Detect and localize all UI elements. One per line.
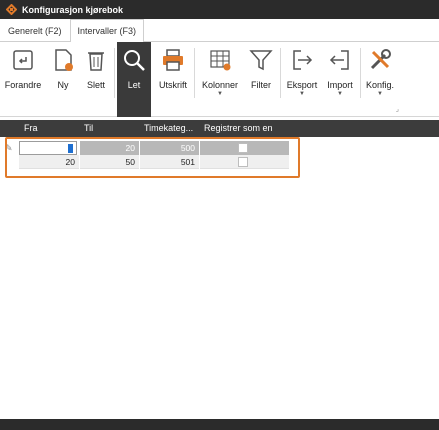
fra-input[interactable]: [19, 141, 77, 155]
forandre-label: Forandre: [4, 80, 42, 90]
tools-icon: [365, 45, 395, 75]
eksport-dropdown-icon[interactable]: ▼: [299, 91, 305, 97]
edit-icon: [8, 45, 38, 75]
utskrift-button[interactable]: Utskrift: [156, 42, 190, 117]
ribbon-expand-icon[interactable]: ⌟: [396, 105, 399, 113]
printer-icon: [158, 45, 188, 75]
filter-icon: [246, 45, 276, 75]
tab-intervaller[interactable]: Intervaller (F3): [69, 19, 145, 42]
konfig-dropdown-icon[interactable]: ▼: [377, 91, 383, 97]
registrer-checkbox[interactable]: [238, 143, 248, 153]
search-icon: [119, 45, 149, 75]
registrer-checkbox[interactable]: [238, 157, 248, 167]
column-header-timekategori[interactable]: Timekateg...: [144, 120, 193, 137]
import-label: Import: [327, 80, 353, 90]
table-row[interactable]: ✎ 20 500: [0, 141, 439, 155]
toolbar-separator: [360, 48, 361, 98]
fra-cell[interactable]: 20: [19, 155, 79, 169]
kolonner-button[interactable]: Kolonner ▼: [199, 42, 241, 117]
columns-icon: [205, 45, 235, 75]
kolonner-label: Kolonner: [201, 80, 239, 90]
konfig-button[interactable]: Konfig. ▼: [362, 42, 398, 117]
ribbon-toolbar: Forandre Ny Slett Let Utskrift Kolonner …: [0, 42, 439, 117]
window-title: Konfigurasjon kjørebok: [22, 4, 124, 15]
status-bar: [0, 419, 439, 430]
registrer-cell[interactable]: [200, 155, 289, 169]
eksport-button[interactable]: Eksport ▼: [284, 42, 320, 117]
let-button[interactable]: Let: [117, 42, 151, 117]
registrer-cell[interactable]: [200, 141, 289, 155]
utskrift-label: Utskrift: [159, 80, 187, 90]
konfig-label: Konfig.: [365, 80, 395, 90]
tab-generelt[interactable]: Generelt (F2): [0, 19, 70, 41]
import-button[interactable]: Import ▼: [322, 42, 358, 117]
let-label: Let: [127, 80, 141, 90]
eksport-label: Eksport: [286, 80, 318, 90]
toolbar-separator: [114, 48, 115, 98]
toolbar-separator: [280, 48, 281, 98]
table-row[interactable]: 20 50 501: [0, 155, 439, 169]
column-header-til[interactable]: Til: [84, 120, 93, 137]
tab-bar: Generelt (F2) Intervaller (F3): [0, 19, 439, 42]
app-logo-icon: [5, 3, 18, 16]
slett-label: Slett: [86, 80, 105, 90]
grid-header: Fra Til Timekateg... Registrer som en: [0, 120, 439, 137]
til-cell[interactable]: 50: [80, 155, 139, 169]
trash-icon: [81, 45, 111, 75]
edit-row-icon: ✎: [5, 143, 13, 153]
column-header-registrer[interactable]: Registrer som en: [204, 120, 273, 137]
ny-label: Ny: [57, 80, 69, 90]
import-icon: [325, 45, 355, 75]
title-bar: Konfigurasjon kjørebok: [0, 0, 439, 19]
forandre-button[interactable]: Forandre: [3, 42, 43, 117]
til-cell[interactable]: 20: [80, 141, 139, 155]
new-document-icon: [48, 45, 78, 75]
export-icon: [287, 45, 317, 75]
text-cursor: [68, 144, 73, 153]
kolonner-dropdown-icon[interactable]: ▼: [217, 91, 223, 97]
filter-label: Filter: [251, 80, 271, 90]
timekategori-cell[interactable]: 500: [140, 141, 199, 155]
import-dropdown-icon[interactable]: ▼: [337, 91, 343, 97]
timekategori-cell[interactable]: 501: [140, 155, 199, 169]
filter-button[interactable]: Filter: [246, 42, 276, 117]
column-header-fra[interactable]: Fra: [24, 120, 38, 137]
ny-button[interactable]: Ny: [48, 42, 78, 117]
slett-button[interactable]: Slett: [80, 42, 112, 117]
toolbar-separator: [194, 48, 195, 98]
